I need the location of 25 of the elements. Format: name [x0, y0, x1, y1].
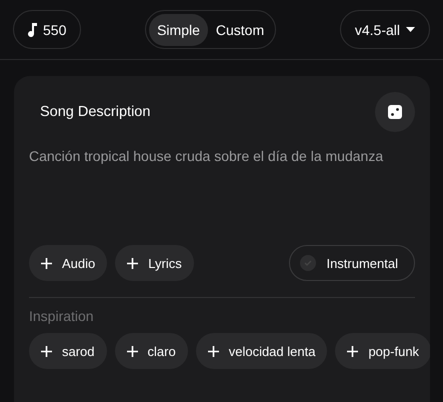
- tag-chip[interactable]: sarod: [29, 333, 107, 369]
- tag-chip[interactable]: pop-funk: [335, 333, 430, 369]
- caret-icon: [406, 27, 415, 32]
- dice-icon: [388, 105, 402, 119]
- credits-button[interactable]: 550: [13, 10, 82, 49]
- random-button[interactable]: [375, 92, 415, 132]
- add-button[interactable]: Audio: [29, 245, 108, 281]
- tag-chip[interactable]: velocidad lenta: [196, 333, 328, 369]
- add-button[interactable]: Lyrics: [115, 245, 194, 281]
- model-dropdown[interactable]: v4.5-all: [340, 10, 430, 49]
- plus-icon: [208, 346, 219, 356]
- plus-icon: [347, 346, 358, 356]
- instrumental-toggle[interactable]: Instrumental: [289, 245, 415, 281]
- mode-tab[interactable]: Simple: [149, 14, 208, 46]
- card-title: Song Description: [40, 104, 150, 120]
- tag-chip[interactable]: claro: [114, 333, 188, 369]
- credits-count: 550: [43, 22, 66, 38]
- description-text: Canción tropical house cruda sobre el día de la mudanza: [29, 148, 384, 166]
- plus-icon: [41, 346, 52, 356]
- plus-icon: [41, 258, 52, 268]
- plus-icon: [127, 258, 138, 268]
- mode-tab[interactable]: Custom: [208, 14, 272, 46]
- section-label: Inspiration: [29, 308, 95, 324]
- plus-icon: [126, 346, 138, 356]
- music-note-icon: [28, 22, 37, 36]
